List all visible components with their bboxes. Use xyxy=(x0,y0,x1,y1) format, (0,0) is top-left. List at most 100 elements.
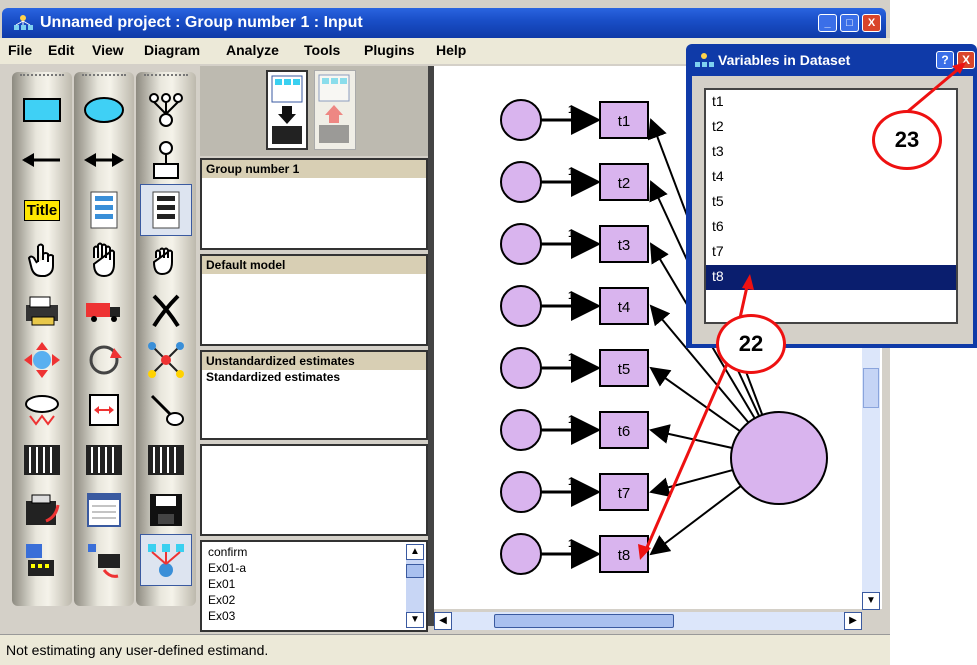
move-tool[interactable] xyxy=(16,334,68,386)
menu-file[interactable]: File xyxy=(8,42,32,58)
add-unique-variable-tool[interactable] xyxy=(140,134,192,186)
variable-item[interactable]: t5 xyxy=(706,190,956,215)
toolbar-grip[interactable] xyxy=(20,74,64,80)
menu-tools[interactable]: Tools xyxy=(304,42,340,58)
select-one-object-tool[interactable] xyxy=(16,234,68,286)
select-all-objects-tool[interactable] xyxy=(78,234,130,286)
maximize-button[interactable]: □ xyxy=(840,14,859,32)
calculate-estimates-tool[interactable] xyxy=(16,434,68,486)
preserve-symmetries-tool[interactable] xyxy=(140,384,192,436)
error-term[interactable] xyxy=(500,533,542,575)
latent-factor[interactable] xyxy=(730,411,828,505)
draw-observed-variable-tool[interactable] xyxy=(16,84,68,136)
variable-item-selected[interactable]: t8 xyxy=(706,265,956,290)
dialog-close-button[interactable]: X xyxy=(957,51,975,69)
scroll-down-arrow-icon[interactable]: ▼ xyxy=(406,612,424,628)
menu-edit[interactable]: Edit xyxy=(48,42,74,58)
draw-path-tool[interactable] xyxy=(16,134,68,186)
minimize-button[interactable]: _ xyxy=(818,14,837,32)
error-term[interactable] xyxy=(500,223,542,265)
file-item[interactable]: Ex01 xyxy=(208,576,420,592)
rotate-indicators-tool[interactable] xyxy=(78,334,130,386)
menu-plugins[interactable]: Plugins xyxy=(364,42,415,58)
variable-item[interactable]: t4 xyxy=(706,165,956,190)
estimate-item-unstandardized[interactable]: Unstandardized estimates xyxy=(202,352,426,370)
multiple-group-analysis-tool[interactable] xyxy=(140,534,192,586)
list-variables-in-model-tool[interactable] xyxy=(78,184,130,236)
touch-up-tool[interactable] xyxy=(140,334,192,386)
error-term[interactable] xyxy=(500,347,542,389)
file-item[interactable]: Ex01-a xyxy=(208,560,420,576)
view-text-tool[interactable] xyxy=(78,484,130,536)
files-scrollbar[interactable]: ▲ ▼ xyxy=(406,544,424,628)
factor-loading-path[interactable] xyxy=(649,468,735,497)
factor-loading-path[interactable] xyxy=(649,484,743,556)
hand-pointer-icon xyxy=(27,243,54,277)
view-output-button[interactable] xyxy=(314,70,356,150)
error-term[interactable] xyxy=(500,471,542,513)
scroll-right-arrow-icon[interactable]: ▶ xyxy=(844,612,862,630)
ellipse-icon xyxy=(84,97,124,123)
title-tool[interactable]: Title xyxy=(16,184,68,236)
variable-item[interactable]: t6 xyxy=(706,215,956,240)
dataset-variable-list-icon xyxy=(152,191,180,229)
error-term[interactable] xyxy=(500,409,542,451)
shape-change-icon xyxy=(25,395,59,426)
status-bar: Not estimating any user-defined estimand… xyxy=(0,634,890,665)
dialog-title: Variables in Dataset xyxy=(718,52,851,68)
model-item[interactable]: Default model xyxy=(202,256,426,274)
data-files-tool[interactable] xyxy=(140,434,192,486)
erase-x-icon xyxy=(152,294,180,328)
vertical-scroll-thumb[interactable] xyxy=(863,368,879,408)
horizontal-scroll-thumb[interactable] xyxy=(494,614,674,628)
move-parameters-tool[interactable] xyxy=(78,284,130,336)
open-hand-icon xyxy=(92,242,115,278)
erase-tool[interactable] xyxy=(140,284,192,336)
factor-loading-path[interactable] xyxy=(649,366,742,433)
scroll-up-arrow-icon[interactable]: ▲ xyxy=(406,544,424,560)
printer-tool[interactable] xyxy=(16,284,68,336)
reflect-indicators-tool[interactable] xyxy=(78,384,130,436)
data-imputation-tool[interactable] xyxy=(16,534,68,586)
file-item[interactable]: Ex02 xyxy=(208,592,420,608)
error-term[interactable] xyxy=(500,285,542,327)
specification-search-tool[interactable] xyxy=(78,534,130,586)
menu-help[interactable]: Help xyxy=(436,42,466,58)
deselect-all-tool[interactable] xyxy=(140,234,192,286)
toolbar-grip[interactable] xyxy=(82,74,126,80)
bayesian-tool[interactable] xyxy=(16,484,68,536)
menu-view[interactable]: View xyxy=(92,42,124,58)
view-input-button[interactable] xyxy=(266,70,308,150)
variable-item[interactable]: t7 xyxy=(706,240,956,265)
scroll-down-arrow-icon[interactable]: ▼ xyxy=(862,592,880,610)
error-term[interactable] xyxy=(500,99,542,141)
toolbar-column-1: Title xyxy=(12,72,72,606)
scroll-thumb[interactable] xyxy=(406,564,424,578)
group-item[interactable]: Group number 1 xyxy=(202,160,426,178)
error-term[interactable] xyxy=(500,161,542,203)
shape-change-tool[interactable] xyxy=(16,384,68,436)
draw-unobserved-variable-tool[interactable] xyxy=(78,84,130,136)
estimates-panel: Unstandardized estimates Standardized es… xyxy=(200,350,428,440)
save-tool[interactable] xyxy=(140,484,192,536)
menu-analyze[interactable]: Analyze xyxy=(226,42,279,58)
analysis-properties-tool[interactable] xyxy=(78,434,130,486)
factor-loading-path[interactable] xyxy=(649,424,735,450)
list-variables-in-dataset-tool[interactable] xyxy=(140,184,192,236)
path-weight-label: 1 xyxy=(568,414,574,426)
file-item[interactable]: confirm xyxy=(208,544,420,560)
close-button[interactable]: X xyxy=(862,14,881,32)
file-item[interactable]: Ex03 xyxy=(208,608,420,624)
dialog-help-button[interactable]: ? xyxy=(936,51,954,69)
callout-23: 23 xyxy=(872,110,942,170)
draw-latent-with-indicators-tool[interactable] xyxy=(140,84,192,136)
scroll-left-arrow-icon[interactable]: ◀ xyxy=(434,612,452,630)
horizontal-scrollbar[interactable]: ◀ ▶ xyxy=(434,612,862,630)
menu-diagram[interactable]: Diagram xyxy=(144,42,200,58)
toolbar-grip[interactable] xyxy=(144,74,188,80)
draw-covariance-tool[interactable] xyxy=(78,134,130,186)
estimate-item-standardized[interactable]: Standardized estimates xyxy=(202,370,426,384)
observed-variable-label: t2 xyxy=(618,175,631,192)
vertical-scrollbar[interactable]: ▼ xyxy=(862,348,880,610)
title-bar[interactable]: Unnamed project : Group number 1 : Input… xyxy=(2,8,886,38)
